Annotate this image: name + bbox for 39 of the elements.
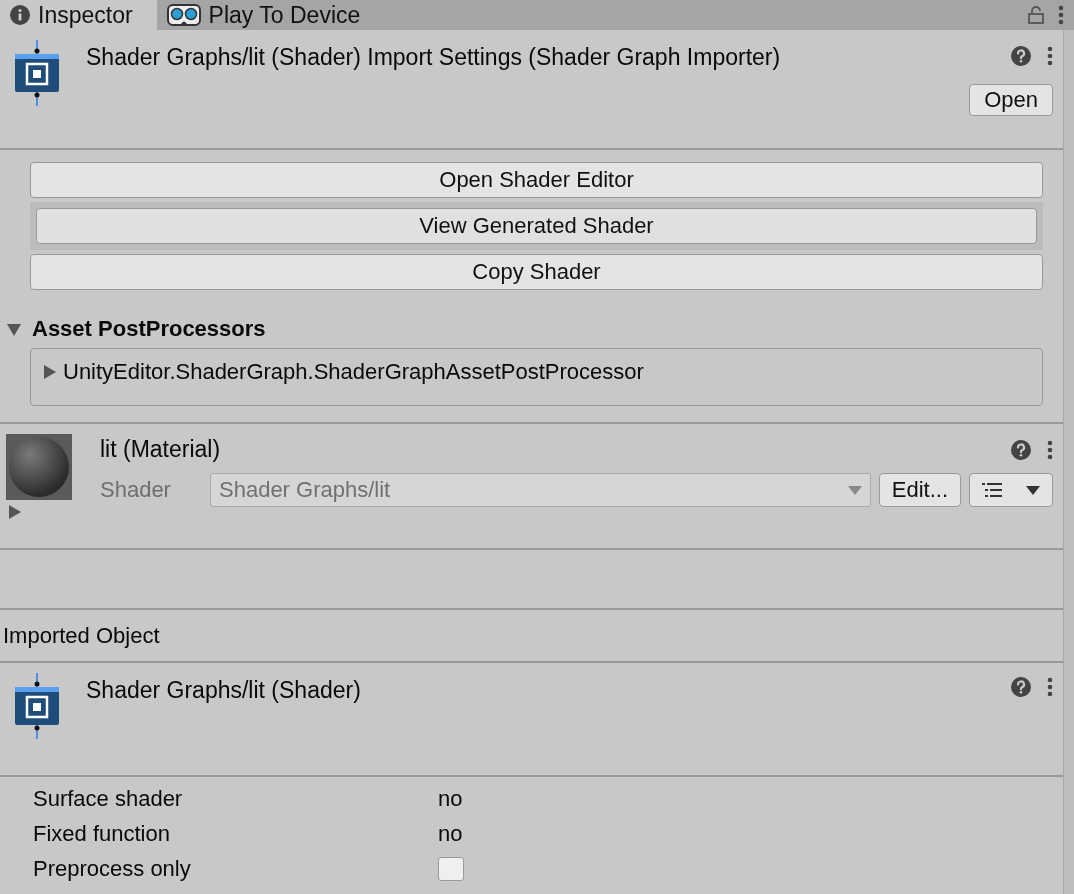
goggles-icon	[166, 3, 201, 27]
checkbox[interactable]	[438, 856, 464, 881]
shader-icon	[14, 40, 60, 106]
scrollbar[interactable]	[1063, 30, 1074, 894]
more-options-icon[interactable]	[1047, 677, 1053, 697]
section-label: Imported Object	[3, 622, 160, 649]
caret-icon	[1026, 485, 1040, 495]
list-icon	[982, 483, 1002, 497]
property-label: Preprocess only	[33, 855, 192, 882]
property-label: Fixed function	[33, 820, 171, 847]
field-label: Shader	[100, 477, 172, 503]
header-title: Shader Graphs/lit (Shader) Import Settings (Shader Graph Importer)	[86, 43, 782, 72]
foldout-arrow-icon[interactable]	[41, 364, 57, 380]
property-value: no	[438, 820, 464, 847]
more-options-icon[interactable]	[1047, 46, 1053, 66]
material-title: lit (Material)	[100, 436, 222, 463]
help-icon[interactable]	[1011, 677, 1031, 697]
action-button[interactable]: Open Shader Editor	[30, 162, 1043, 198]
more-options-icon[interactable]	[1047, 439, 1053, 460]
open-button[interactable]: Open	[969, 84, 1053, 116]
menu-dropdown[interactable]	[969, 473, 1053, 507]
header-title: Shader Graphs/lit (Shader)	[86, 676, 362, 705]
property-label: Surface shader	[33, 785, 184, 812]
tab[interactable]: Play To Device	[156, 0, 385, 30]
lock-icon[interactable]	[1028, 6, 1044, 24]
help-icon[interactable]	[1011, 46, 1031, 66]
tab[interactable]: Inspector	[0, 0, 157, 30]
shader-icon	[14, 673, 60, 739]
section-title[interactable]: Asset PostProcessors	[32, 316, 266, 342]
help-icon[interactable]	[1011, 439, 1031, 460]
property-value: no	[438, 785, 464, 812]
action-button[interactable]: View Generated Shader	[36, 208, 1037, 244]
foldout-arrow-icon[interactable]	[6, 321, 22, 337]
action-button[interactable]: Copy Shader	[30, 254, 1043, 290]
list-item[interactable]: UnityEditor.ShaderGraph.ShaderGraphAssetPostProcessor	[63, 359, 644, 385]
more-options-icon[interactable]	[1058, 5, 1064, 25]
info-icon	[10, 5, 30, 25]
dropdown-caret-icon	[847, 485, 862, 495]
sphere-preview	[6, 434, 72, 500]
